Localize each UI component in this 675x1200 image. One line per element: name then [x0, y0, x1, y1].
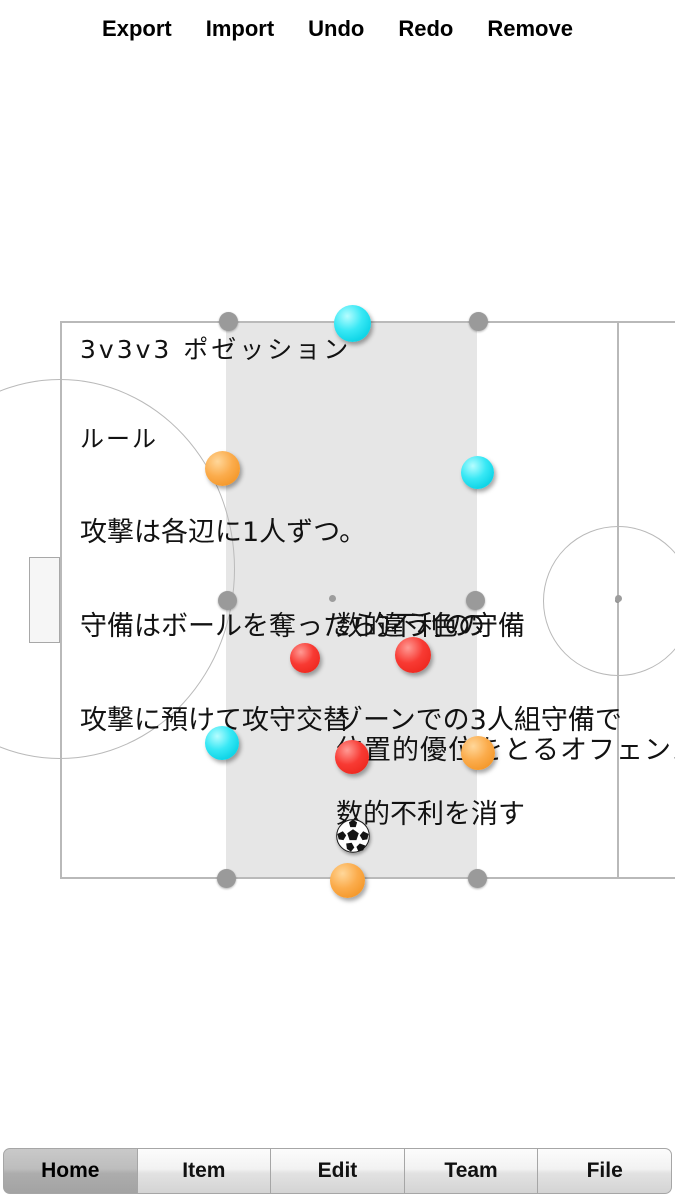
- import-button[interactable]: Import: [189, 18, 291, 40]
- note-offense[interactable]: 位置的優位をとるオフェンス: [336, 672, 675, 829]
- player-orange-bottom[interactable]: [329, 862, 365, 898]
- note-offense-line1: 位置的優位をとるオフェンス: [336, 734, 675, 766]
- tab-home[interactable]: Home: [3, 1148, 138, 1194]
- note-defense-line1: 数的不利の守備: [336, 610, 525, 642]
- tab-edit[interactable]: Edit: [271, 1148, 405, 1194]
- note-rules-line1: 攻撃は各辺に1人ずつ。: [80, 516, 367, 548]
- tab-team[interactable]: Team: [404, 1148, 539, 1194]
- export-button[interactable]: Export: [85, 18, 189, 40]
- player-cyan-right[interactable]: [460, 455, 494, 489]
- tab-item[interactable]: Item: [137, 1148, 272, 1194]
- remove-button[interactable]: Remove: [470, 18, 590, 40]
- tactics-board-canvas[interactable]: 3v3v3 ポゼッション ルール 攻撃は各辺に1人ずつ。 守備はボールを奪ったら…: [0, 58, 675, 1145]
- player-red-left[interactable]: [290, 643, 320, 673]
- redo-button[interactable]: Redo: [381, 18, 470, 40]
- player-red-center[interactable]: [395, 637, 431, 673]
- text-handle-right[interactable]: [614, 594, 622, 602]
- tab-file[interactable]: File: [538, 1148, 672, 1194]
- top-toolbar: Export Import Undo Redo Remove: [0, 0, 675, 58]
- player-orange-right[interactable]: [461, 736, 495, 770]
- player-orange-left[interactable]: [204, 450, 240, 486]
- text-handle-left[interactable]: [328, 594, 336, 602]
- player-cyan-bottomleft[interactable]: [205, 726, 239, 760]
- zone-handle-bottom-left[interactable]: [216, 868, 236, 888]
- player-cyan-top[interactable]: [333, 304, 371, 342]
- note-rules-subtitle: ルール: [80, 425, 158, 454]
- bottom-tab-bar: Home Item Edit Team File: [0, 1145, 675, 1200]
- undo-button[interactable]: Undo: [291, 18, 381, 40]
- note-rules-title: 3v3v3 ポゼッション: [80, 334, 352, 364]
- player-red-bottom[interactable]: [335, 740, 369, 774]
- soccer-ball-icon[interactable]: [336, 819, 370, 853]
- goal-box: [29, 557, 60, 643]
